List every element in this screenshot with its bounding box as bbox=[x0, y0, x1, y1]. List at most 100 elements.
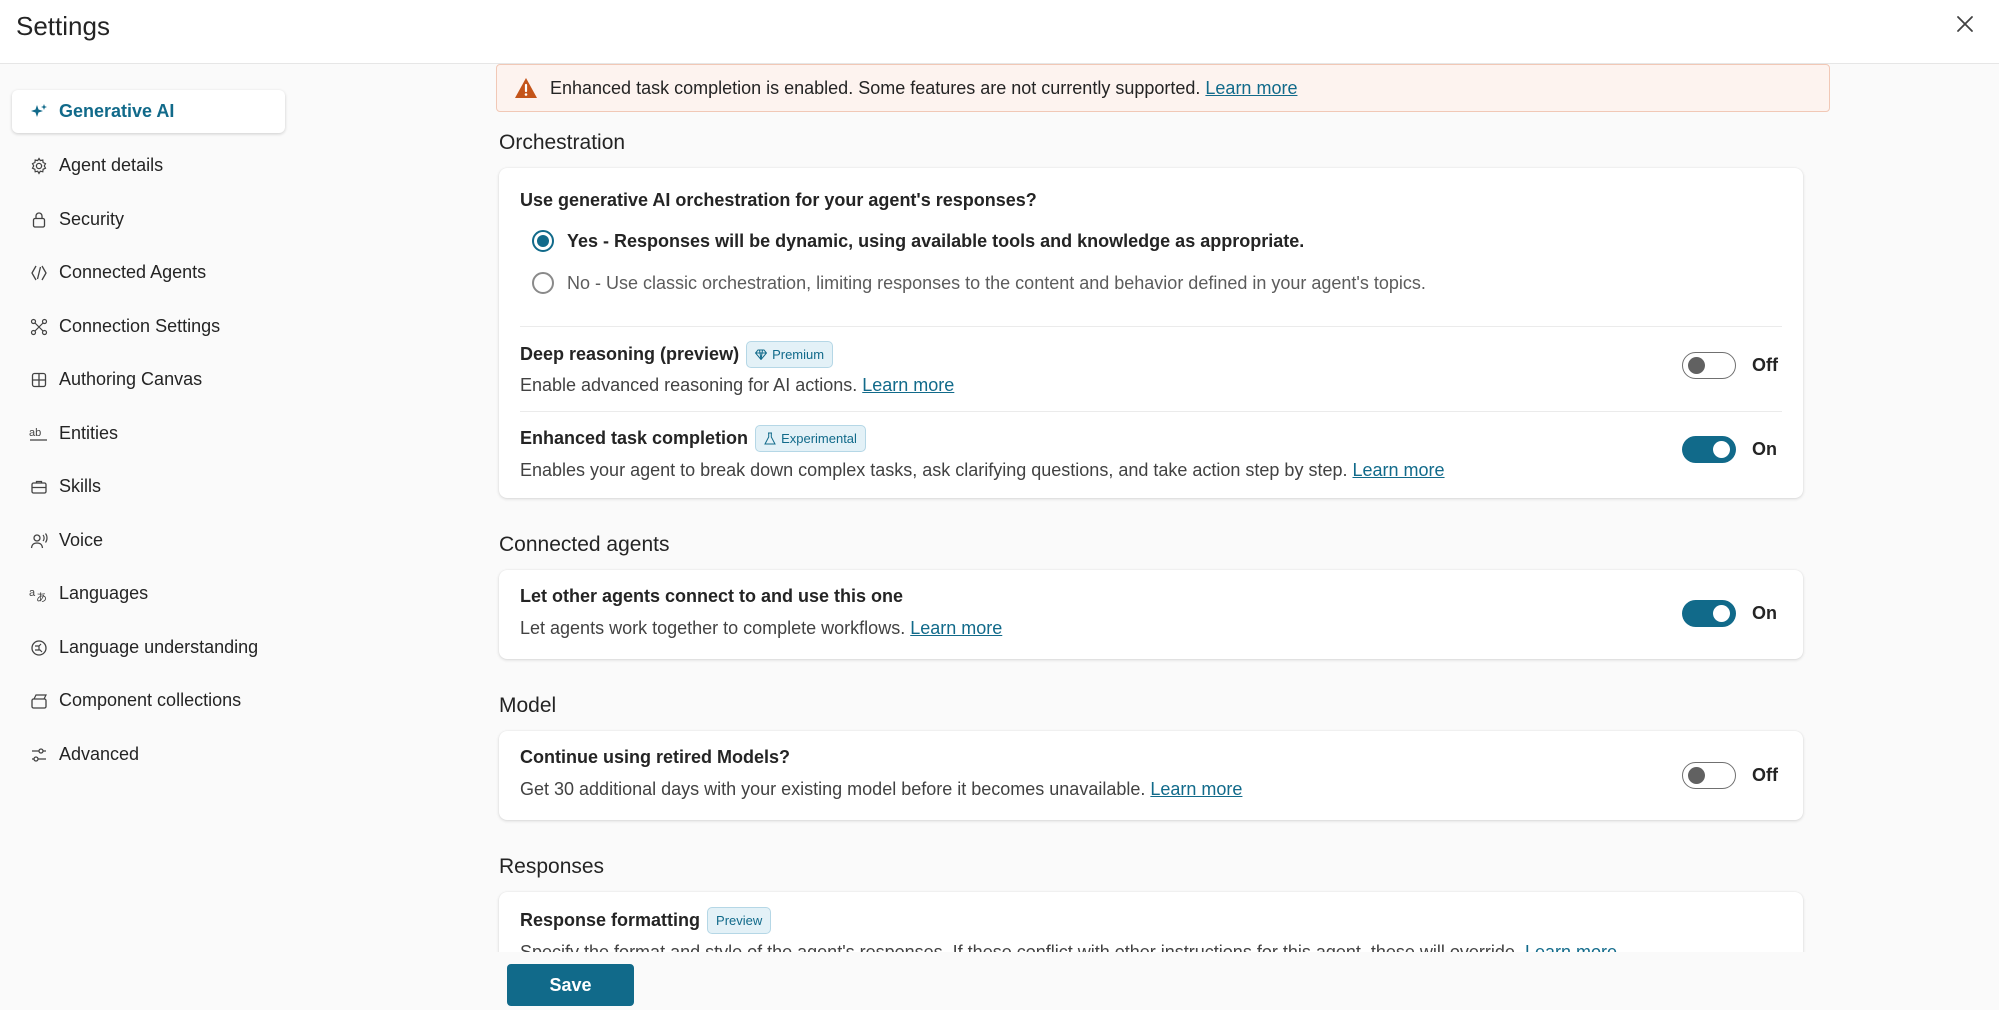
sidebar-item-component-collections[interactable]: Component collections bbox=[12, 679, 285, 722]
retired-models-toggle[interactable] bbox=[1682, 762, 1736, 789]
preview-badge: Preview bbox=[707, 907, 772, 934]
lock-icon bbox=[28, 209, 50, 231]
sidebar-item-generative-ai[interactable]: Generative AI bbox=[12, 90, 285, 133]
sidebar-item-authoring-canvas[interactable]: Authoring Canvas bbox=[12, 358, 285, 401]
sidebar-item-label: Security bbox=[59, 209, 125, 229]
text-ab-icon: ab bbox=[28, 423, 50, 445]
connected-agents-title: Let other agents connect to and use this… bbox=[520, 586, 904, 606]
sidebar-item-entities[interactable]: ab Entities bbox=[12, 412, 285, 455]
grid-icon bbox=[28, 369, 50, 391]
response-formatting-title-row: Response formatting Preview bbox=[520, 907, 772, 934]
toggle-knob bbox=[1713, 441, 1730, 458]
settings-sidebar: Generative AI Agent details Security Con… bbox=[0, 64, 300, 1010]
brain-circuit-icon bbox=[28, 637, 50, 659]
connected-agents-desc: Let agents work together to complete wor… bbox=[520, 618, 906, 638]
connected-agents-toggle-row[interactable]: On bbox=[1682, 600, 1792, 627]
model-card: Continue using retired Models? Get 30 ad… bbox=[499, 731, 1803, 820]
beaker-icon bbox=[764, 432, 776, 445]
model-desc-row: Get 30 additional days with your existin… bbox=[520, 779, 1242, 800]
sidebar-item-languages[interactable]: aあ Languages bbox=[12, 572, 285, 615]
banner-learn-more-link[interactable]: Learn more bbox=[1205, 78, 1297, 98]
sidebar-item-agent-details[interactable]: Agent details bbox=[12, 144, 285, 187]
sidebar-item-label: Generative AI bbox=[59, 101, 175, 121]
model-state: Off bbox=[1752, 765, 1778, 785]
sidebar-item-voice[interactable]: Voice bbox=[12, 519, 285, 562]
sidebar-item-label: Entities bbox=[59, 423, 119, 443]
enhanced-task-state: On bbox=[1752, 439, 1777, 459]
radio-yes-option[interactable]: Yes - Responses will be dynamic, using a… bbox=[532, 230, 1304, 252]
divider bbox=[520, 326, 1782, 327]
connected-agents-learn-more-link[interactable]: Learn more bbox=[910, 618, 1002, 638]
preview-badge-label: Preview bbox=[716, 913, 763, 928]
model-learn-more-link[interactable]: Learn more bbox=[1150, 779, 1242, 799]
toggle-knob bbox=[1713, 605, 1730, 622]
deep-reasoning-desc: Enable advanced reasoning for AI actions… bbox=[520, 375, 858, 395]
experimental-badge: Experimental bbox=[755, 425, 866, 452]
response-formatting-desc-row: Specify the format and style of the agen… bbox=[520, 942, 1617, 952]
sidebar-item-label: Connected Agents bbox=[59, 262, 207, 282]
radio-no[interactable] bbox=[532, 272, 554, 294]
toggle-knob bbox=[1688, 357, 1705, 374]
connected-agents-desc-row: Let agents work together to complete wor… bbox=[520, 618, 1002, 639]
responses-card: Response formatting Preview Specify the … bbox=[499, 892, 1803, 952]
sidebar-item-advanced[interactable]: Advanced bbox=[12, 733, 285, 776]
sidebar-item-connected-agents[interactable]: Connected Agents bbox=[12, 251, 285, 294]
sidebar-item-security[interactable]: Security bbox=[12, 198, 285, 241]
radio-no-option[interactable]: No - Use classic orchestration, limiting… bbox=[532, 272, 1426, 294]
orchestration-card: Use generative AI orchestration for your… bbox=[499, 168, 1803, 498]
sidebar-item-label: Voice bbox=[59, 530, 104, 550]
page-title: Settings bbox=[16, 11, 110, 41]
sidebar-item-label: Languages bbox=[59, 583, 149, 603]
deep-reasoning-learn-more-link[interactable]: Learn more bbox=[862, 375, 954, 395]
toggle-knob bbox=[1688, 767, 1705, 784]
enhanced-task-toggle-row[interactable]: On bbox=[1682, 436, 1792, 463]
briefcase-icon bbox=[28, 476, 50, 498]
enhanced-task-desc: Enables your agent to break down complex… bbox=[520, 460, 1348, 480]
settings-header: Settings bbox=[0, 0, 1999, 64]
connected-agents-icon bbox=[28, 262, 50, 284]
sidebar-item-language-understanding[interactable]: Language understanding bbox=[12, 626, 285, 669]
model-toggle-row[interactable]: Off bbox=[1682, 762, 1792, 789]
deep-reasoning-title: Deep reasoning (preview) bbox=[520, 344, 740, 364]
section-title-connected-agents: Connected agents bbox=[499, 533, 670, 556]
model-title: Continue using retired Models? bbox=[520, 747, 791, 767]
sidebar-item-label: Skills bbox=[59, 476, 102, 496]
section-title-model: Model bbox=[499, 694, 557, 717]
banner-message: Enhanced task completion is enabled. Som… bbox=[550, 77, 1201, 98]
sparkle-icon bbox=[28, 101, 50, 123]
divider bbox=[520, 411, 1782, 412]
deep-reasoning-state: Off bbox=[1752, 355, 1778, 375]
enhanced-task-title-row: Enhanced task completion Experimental bbox=[520, 425, 866, 452]
response-formatting-learn-more-link[interactable]: Learn more bbox=[1525, 942, 1617, 952]
connected-agents-toggle[interactable] bbox=[1682, 600, 1736, 627]
enhanced-task-toggle[interactable] bbox=[1682, 436, 1736, 463]
enhanced-task-desc-row: Enables your agent to break down complex… bbox=[520, 460, 1445, 481]
sidebar-item-skills[interactable]: Skills bbox=[12, 465, 285, 508]
deep-reasoning-title-row: Deep reasoning (preview) Premium bbox=[520, 341, 834, 368]
deep-reasoning-toggle[interactable] bbox=[1682, 352, 1736, 379]
premium-badge-label: Premium bbox=[772, 347, 825, 362]
sidebar-item-connection-settings[interactable]: Connection Settings bbox=[12, 305, 285, 348]
radio-yes[interactable] bbox=[532, 230, 554, 252]
enhanced-task-learn-more-link[interactable]: Learn more bbox=[1352, 460, 1444, 480]
close-icon[interactable] bbox=[1953, 12, 1977, 36]
orchestration-question: Use generative AI orchestration for your… bbox=[520, 190, 1037, 210]
response-formatting-desc: Specify the format and style of the agen… bbox=[520, 942, 1520, 952]
response-formatting-title: Response formatting bbox=[520, 910, 701, 930]
gear-icon bbox=[28, 155, 50, 177]
deep-reasoning-toggle-row[interactable]: Off bbox=[1682, 352, 1792, 379]
warning-icon bbox=[515, 78, 537, 98]
sidebar-item-label: Agent details bbox=[59, 155, 164, 175]
save-button[interactable]: Save bbox=[507, 964, 634, 1006]
connected-agents-state: On bbox=[1752, 603, 1777, 623]
svg-text:ab: ab bbox=[29, 427, 41, 439]
sidebar-item-label: Component collections bbox=[59, 690, 242, 710]
connected-agents-card: Let other agents connect to and use this… bbox=[499, 570, 1803, 659]
connection-icon bbox=[28, 316, 50, 338]
enhanced-task-title: Enhanced task completion bbox=[520, 428, 749, 448]
voice-icon bbox=[28, 530, 50, 552]
sidebar-item-label: Connection Settings bbox=[59, 316, 221, 336]
diamond-icon bbox=[755, 349, 768, 360]
premium-badge: Premium bbox=[746, 341, 834, 368]
settings-main: Enhanced task completion is enabled. Som… bbox=[496, 64, 1831, 952]
